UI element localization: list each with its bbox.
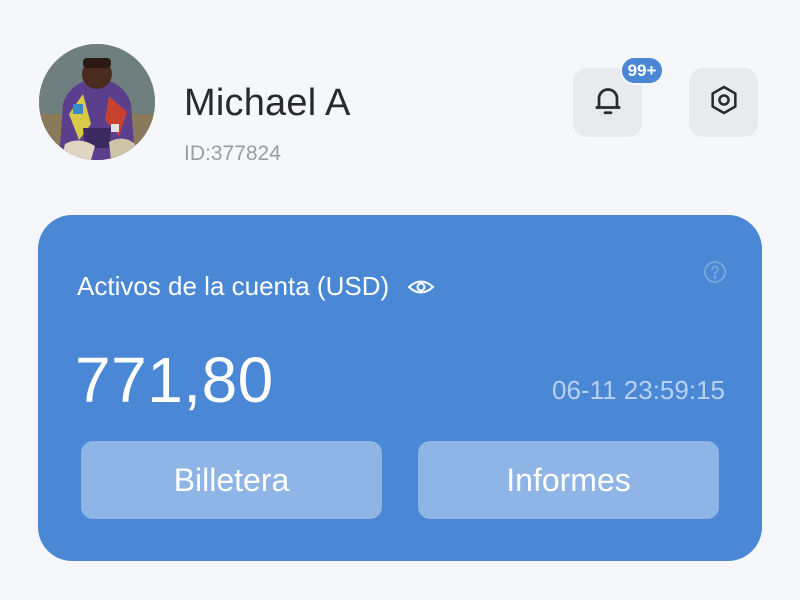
question-circle-icon[interactable] (703, 260, 727, 289)
account-assets-title-row: Activos de la cuenta (USD) (77, 271, 435, 302)
account-assets-card: Activos de la cuenta (USD) 771,80 06-11 … (38, 215, 762, 561)
settings-button[interactable] (689, 68, 758, 137)
user-name: Michael A (184, 82, 351, 124)
account-balance: 771,80 (75, 344, 274, 416)
notification-count-badge: 99+ (620, 56, 664, 85)
wallet-home-screen: Michael A ID:377824 99+ Activos de la cu… (0, 0, 800, 600)
bell-icon (590, 82, 626, 123)
settings-icon (707, 83, 741, 122)
balance-timestamp: 06-11 23:59:15 (552, 375, 725, 405)
eye-icon[interactable] (407, 277, 435, 297)
avatar-photo (39, 44, 155, 160)
account-assets-title: Activos de la cuenta (USD) (77, 271, 390, 301)
reports-button[interactable]: Informes (418, 441, 719, 519)
avatar[interactable] (39, 44, 155, 160)
wallet-button[interactable]: Billetera (81, 441, 382, 519)
user-id: ID:377824 (184, 142, 281, 165)
